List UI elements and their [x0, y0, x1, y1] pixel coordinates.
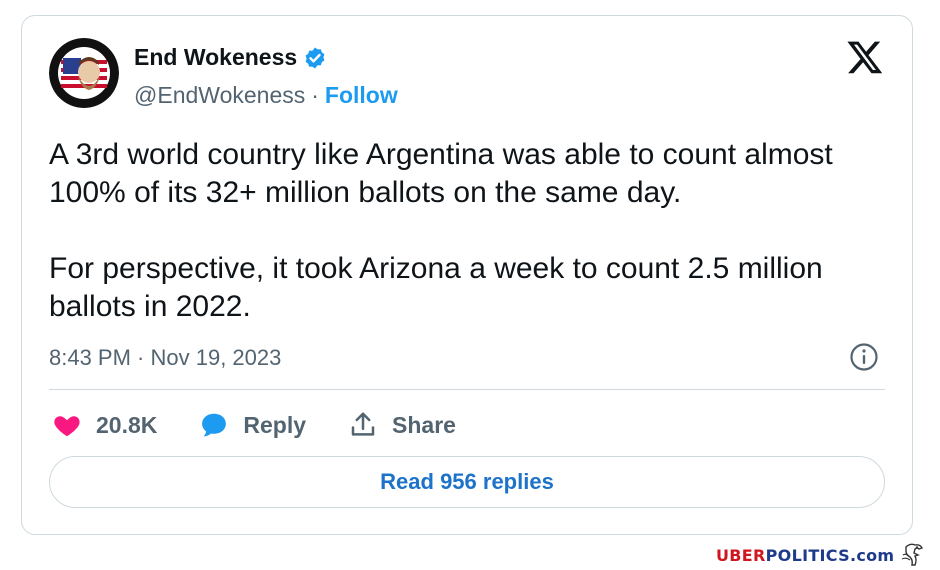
like-button[interactable]: 20.8K — [52, 410, 157, 440]
handle-separator: · — [311, 82, 319, 108]
reply-button[interactable]: Reply — [199, 410, 306, 440]
reply-label: Reply — [243, 411, 307, 438]
heart-icon — [52, 410, 82, 440]
divider — [49, 389, 885, 390]
read-replies-button[interactable]: Read 956 replies — [49, 456, 885, 508]
author-handle[interactable]: @EndWokeness — [134, 82, 305, 109]
tweet-card: End Wokeness @EndWokeness · Follow A 3rd… — [21, 15, 913, 535]
avatar[interactable] — [49, 38, 119, 108]
speech-bubble-icon — [199, 410, 229, 440]
eagle-logo-icon — [900, 541, 928, 569]
author-name-row: End Wokeness — [134, 44, 327, 71]
share-upload-icon — [348, 410, 378, 440]
info-icon[interactable] — [849, 342, 879, 372]
share-label: Share — [392, 411, 456, 438]
verified-badge-icon — [303, 46, 327, 70]
watermark-domain: .com — [849, 546, 895, 565]
x-logo-icon[interactable] — [846, 38, 884, 76]
avatar-image — [49, 38, 119, 108]
follow-button[interactable]: Follow — [325, 82, 398, 109]
tweet-text: A 3rd world country like Argentina was a… — [49, 138, 833, 323]
like-count: 20.8K — [96, 411, 158, 438]
author-display-name[interactable]: End Wokeness — [134, 44, 297, 71]
watermark-uber: UBER — [716, 546, 766, 565]
watermark[interactable]: UBERPOLITICS.com — [716, 546, 894, 565]
watermark-politics: POLITICS — [765, 546, 850, 565]
author-handle-row: @EndWokeness · Follow — [134, 82, 398, 109]
share-button[interactable]: Share — [348, 410, 456, 440]
tweet-timestamp[interactable]: 8:43 PM · Nov 19, 2023 — [49, 345, 281, 371]
tweet-actions: 20.8K Reply Share — [52, 408, 498, 442]
